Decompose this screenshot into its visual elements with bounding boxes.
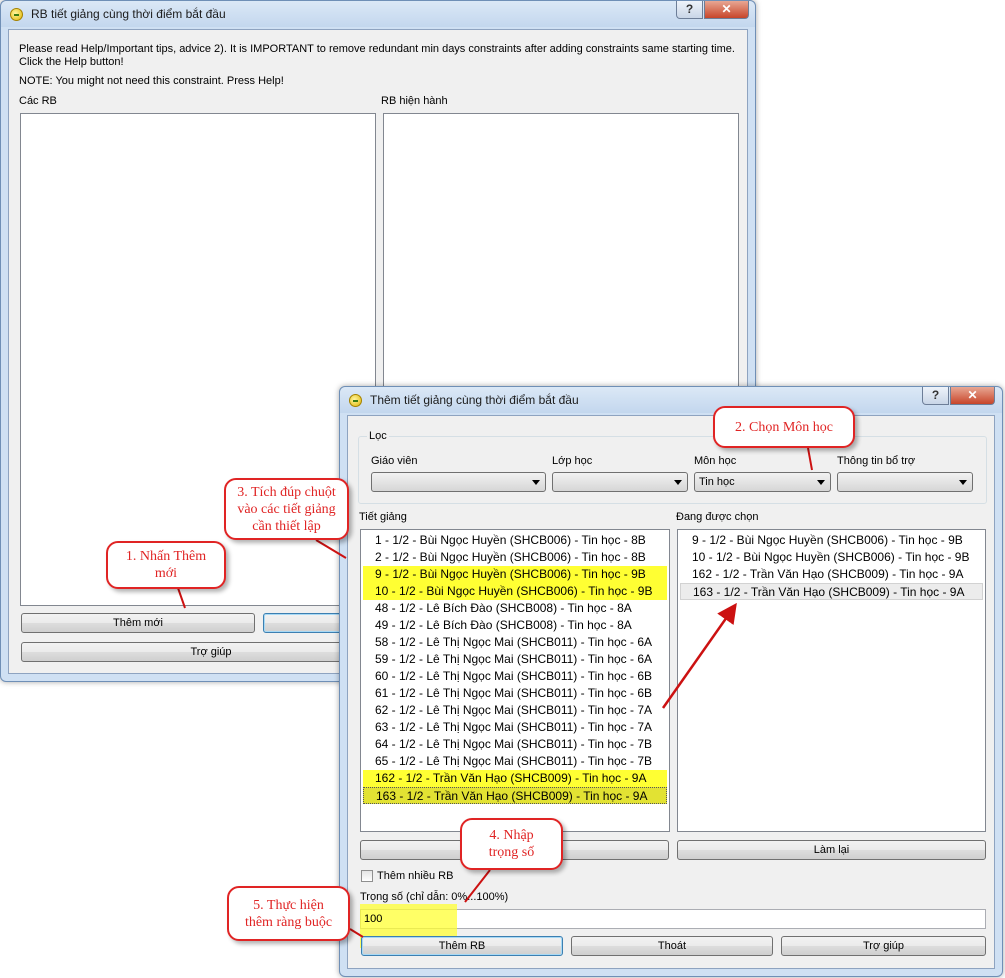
- callout-step-1-line-2: mới: [154, 566, 178, 581]
- arrow-to-weight: [464, 869, 491, 903]
- callout-step-3-line-1: 3. Tích đúp chuột: [237, 484, 336, 500]
- arrow-to-selected: [661, 602, 737, 709]
- arrow-to-add-constraint: [349, 928, 364, 938]
- arrow-to-activities: [315, 539, 347, 559]
- callout-step-4-line-2: trọng số: [488, 845, 535, 860]
- callout-step-4-line-1: 4. Nhập: [489, 828, 534, 843]
- callout-step-5-line-1: 5. Thực hiện: [253, 897, 324, 913]
- callout-step-3-line-3: cần thiết lập: [252, 518, 321, 534]
- callout-step-2-line-1: 2. Chọn Môn học: [735, 419, 833, 435]
- arrow-to-subject: [807, 447, 813, 471]
- callout-step-5-line-2: thêm ràng buộc: [244, 914, 333, 930]
- arrow-to-add-new: [177, 587, 186, 609]
- callout-step-5: 5. Thực hiện thêm ràng buộc: [227, 886, 350, 941]
- callout-step-1: 1. Nhấn Thêm mới: [106, 541, 226, 589]
- callout-step-3-line-2: vào các tiết giảng: [237, 501, 336, 517]
- callout-step-4: 4. Nhập trọng số: [460, 818, 563, 870]
- callout-step-1-line-1: 1. Nhấn Thêm: [125, 549, 207, 564]
- callout-step-3: 3. Tích đúp chuột vào các tiết giảng cần t…: [224, 478, 349, 540]
- callout-step-2: 2. Chọn Môn học: [713, 406, 855, 448]
